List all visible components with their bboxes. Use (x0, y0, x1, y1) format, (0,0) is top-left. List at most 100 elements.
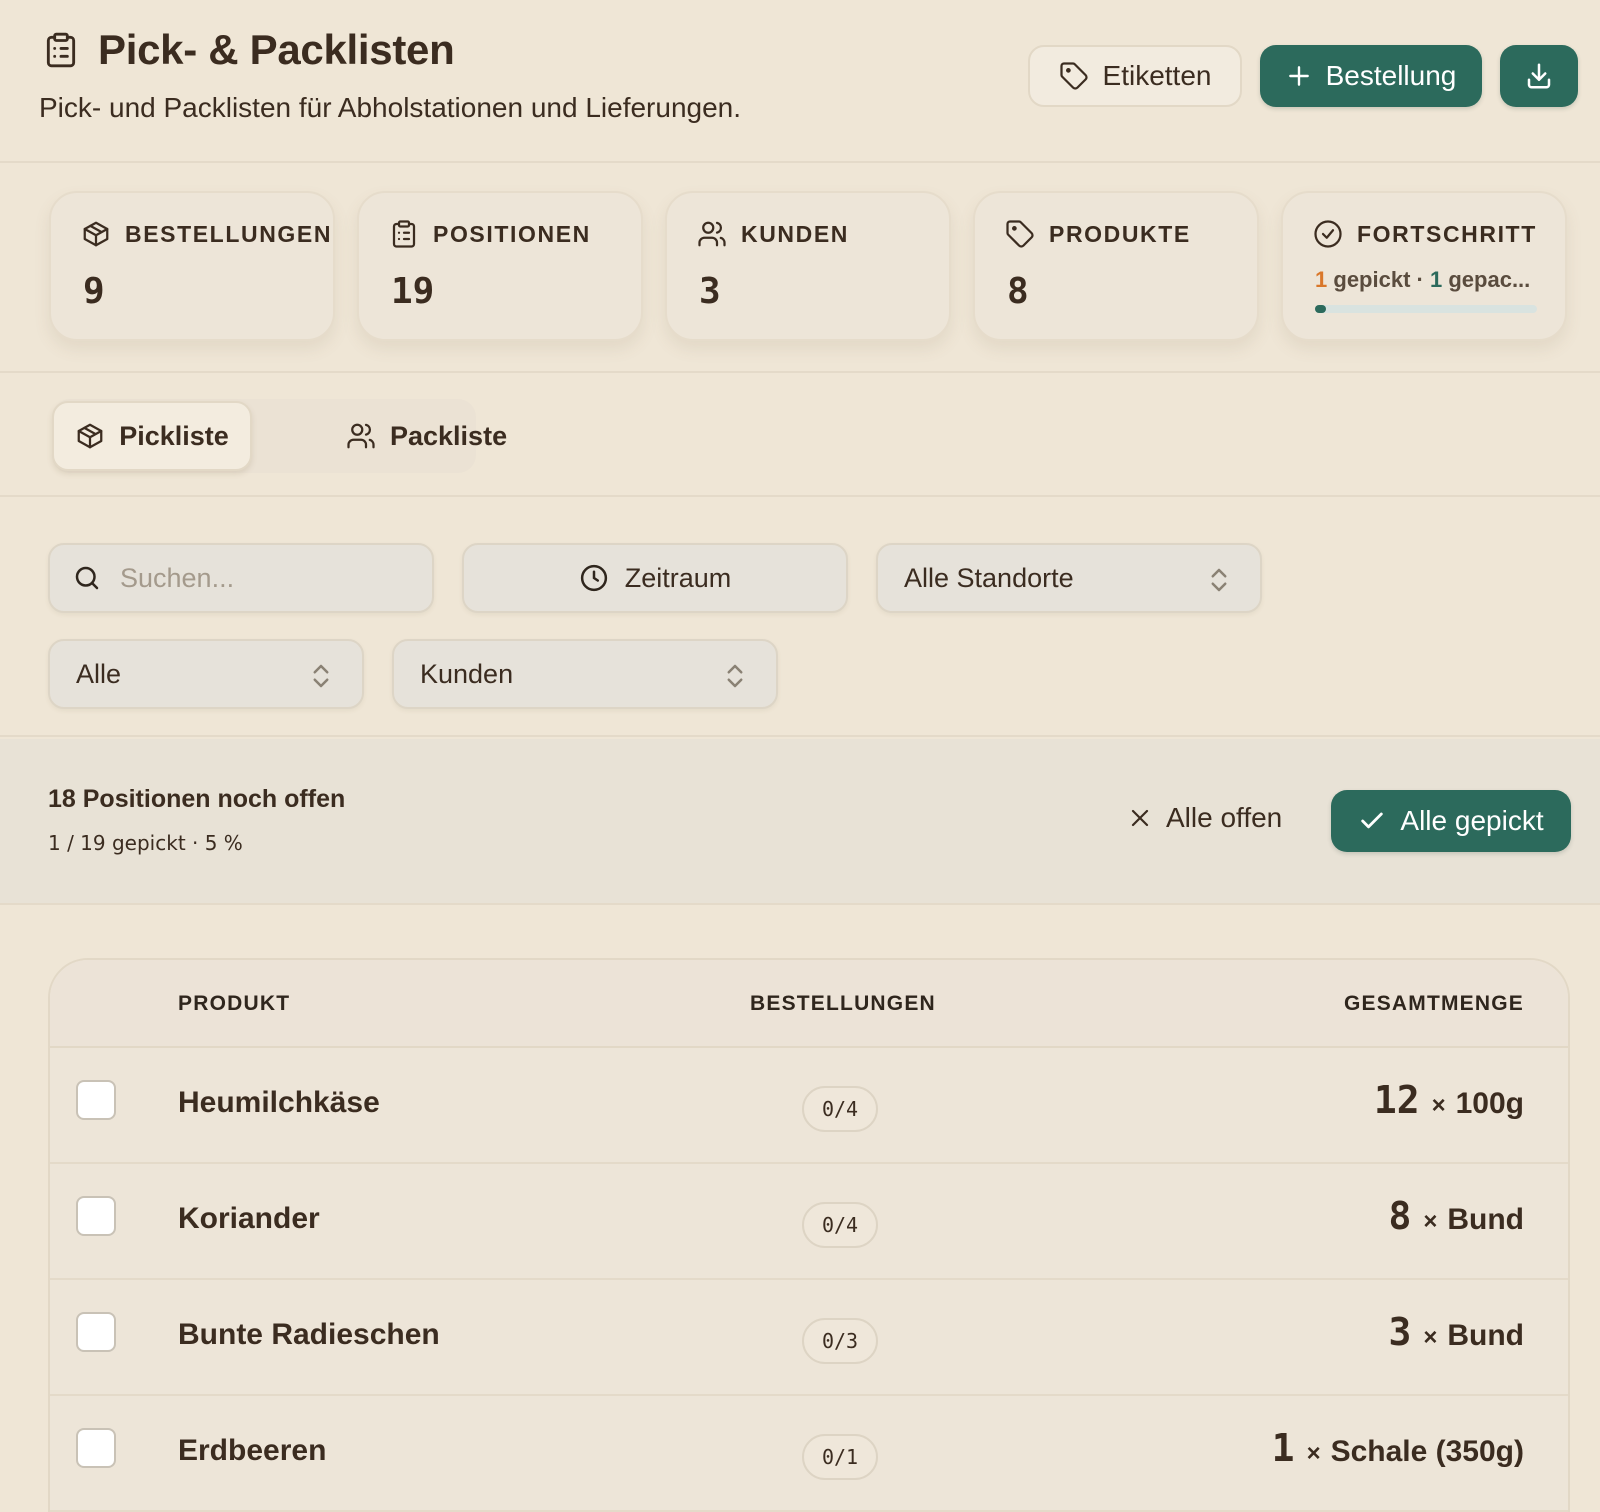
pick-checkbox[interactable] (76, 1312, 116, 1352)
product-name: Bunte Radieschen (178, 1318, 440, 1351)
column-header-orders[interactable]: BESTELLUNGEN (750, 992, 936, 1016)
page-header: Pick- & Packlisten Pick- und Packlisten … (0, 0, 1600, 163)
view-tabs: Pickliste Packliste (52, 399, 507, 473)
clipboard-icon (389, 219, 419, 249)
search-placeholder: Suchen... (120, 562, 235, 593)
pick-checkbox[interactable] (76, 1428, 116, 1468)
progress-summary: 1 gepickt · 1 gepac... (1315, 267, 1530, 293)
stat-label-products: PRODUKTE (1049, 220, 1191, 247)
stat-card-orders: BESTELLUNGEN 9 (49, 191, 335, 341)
stat-card-products: PRODUKTE 8 (973, 191, 1259, 341)
title-group: Pick- & Packlisten (42, 26, 455, 74)
stat-value-positions: 19 (391, 271, 435, 312)
location-value: Alle Standorte (904, 562, 1074, 593)
stat-label-positions: POSITIONEN (433, 220, 591, 247)
table-row: Koriander 0/4 8 × Bund (50, 1164, 1568, 1280)
times-sign: × (1423, 1208, 1438, 1235)
add-order-button-label: Bestellung (1325, 60, 1457, 91)
pick-checkbox[interactable] (76, 1080, 116, 1120)
picked-label: gepickt (1333, 267, 1411, 292)
labels-button[interactable]: Etiketten (1028, 45, 1242, 107)
add-order-button[interactable]: Bestellung (1260, 45, 1482, 107)
location-select[interactable]: Alle Standorte (876, 543, 1262, 613)
tag-icon (1059, 61, 1089, 91)
total-quantity: 8 × Bund (1388, 1194, 1524, 1238)
picked-progress-text: 1 / 19 gepickt · 5 % (48, 831, 243, 855)
clock-icon (579, 563, 609, 593)
package-icon (81, 219, 111, 249)
page-subtitle: Pick- und Packlisten für Abholstationen … (39, 92, 742, 123)
stat-label-customers: KUNDEN (741, 220, 849, 247)
product-name: Erdbeeren (178, 1434, 327, 1467)
group-select[interactable]: Kunden (392, 639, 778, 709)
packed-label: gepac... (1448, 267, 1531, 292)
tab-pickliste[interactable]: Pickliste (52, 401, 252, 471)
quantity-number: 8 (1388, 1194, 1412, 1238)
total-quantity: 3 × Bund (1388, 1310, 1524, 1354)
times-sign: × (1431, 1092, 1446, 1119)
quantity-unit: Bund (1447, 1203, 1524, 1236)
search-input[interactable]: Suchen... (48, 543, 434, 613)
table-header: PRODUKT BESTELLUNGEN GESAMTMENGE (50, 960, 1568, 1048)
quantity-number: 1 (1271, 1426, 1295, 1470)
pick-table: PRODUKT BESTELLUNGEN GESAMTMENGE Heumilc… (48, 958, 1570, 1512)
stat-label-orders: BESTELLUNGEN (125, 220, 333, 247)
total-quantity: 1 × Schale (350g) (1272, 1426, 1524, 1470)
tab-packliste[interactable]: Packliste (288, 401, 507, 471)
quantity-number: 12 (1373, 1078, 1420, 1122)
picked-count: 1 (1315, 267, 1328, 292)
stat-label-progress: FORTSCHRITT (1357, 220, 1537, 247)
pick-checkbox[interactable] (76, 1196, 116, 1236)
summary-bar: 18 Positionen noch offen 1 / 19 gepickt … (0, 739, 1600, 905)
view-tabs-row: Pickliste Packliste (0, 375, 1600, 497)
table-row: Erdbeeren 0/1 1 × Schale (350g) (50, 1396, 1568, 1512)
packed-count: 1 (1429, 267, 1443, 292)
page-title: Pick- & Packlisten (98, 26, 455, 73)
search-icon (72, 563, 102, 593)
stat-card-progress: FORTSCHRITT 1 gepickt · 1 gepac... (1281, 191, 1567, 341)
all-picked-button[interactable]: Alle gepickt (1331, 790, 1571, 852)
stat-card-customers: KUNDEN 3 (665, 191, 951, 341)
filter-bar: Suchen... Zeitraum Alle Standorte Alle K… (0, 499, 1600, 737)
period-button[interactable]: Zeitraum (462, 543, 848, 613)
quantity-unit: 100g (1455, 1087, 1524, 1120)
tab-packliste-label: Packliste (390, 420, 508, 451)
orders-count-badge: 0/4 (802, 1086, 878, 1132)
close-icon (1128, 806, 1152, 830)
total-quantity: 12 × 100g (1374, 1078, 1524, 1122)
quantity-unit: Bund (1447, 1319, 1524, 1352)
check-circle-icon (1313, 219, 1343, 249)
download-icon (1524, 61, 1554, 91)
package-icon (75, 421, 105, 451)
column-header-product[interactable]: PRODUKT (178, 992, 290, 1016)
all-picked-label: Alle gepickt (1400, 805, 1544, 836)
status-select[interactable]: Alle (48, 639, 364, 709)
times-sign: × (1423, 1324, 1438, 1351)
chevron-up-down-icon (1208, 565, 1230, 595)
users-icon (697, 219, 727, 249)
column-header-total[interactable]: GESAMTMENGE (1344, 992, 1524, 1016)
stat-value-products: 8 (1007, 271, 1029, 312)
progress-separator: · (1416, 267, 1424, 292)
status-value: Alle (76, 658, 122, 689)
open-positions-title: 18 Positionen noch offen (48, 785, 346, 813)
quantity-number: 3 (1388, 1310, 1412, 1354)
times-sign: × (1306, 1440, 1321, 1467)
download-button[interactable] (1500, 45, 1578, 107)
orders-count-badge: 0/1 (802, 1434, 878, 1480)
tag-icon (1005, 219, 1035, 249)
table-row: Heumilchkäse 0/4 12 × 100g (50, 1048, 1568, 1164)
all-open-label: Alle offen (1166, 802, 1283, 833)
labels-button-label: Etiketten (1102, 60, 1212, 91)
orders-count-badge: 0/4 (802, 1202, 878, 1248)
all-open-button[interactable]: Alle offen (1128, 793, 1282, 843)
users-icon (346, 421, 376, 451)
stats-row: BESTELLUNGEN 9 POSITIONEN 19 KUNDEN 3 PR… (0, 165, 1600, 373)
group-value: Kunden (420, 658, 514, 689)
product-name: Koriander (178, 1202, 320, 1235)
chevron-up-down-icon (724, 661, 746, 691)
table-row: Bunte Radieschen 0/3 3 × Bund (50, 1280, 1568, 1396)
check-icon (1358, 807, 1386, 835)
clipboard-icon (42, 29, 80, 71)
stat-card-positions: POSITIONEN 19 (357, 191, 643, 341)
